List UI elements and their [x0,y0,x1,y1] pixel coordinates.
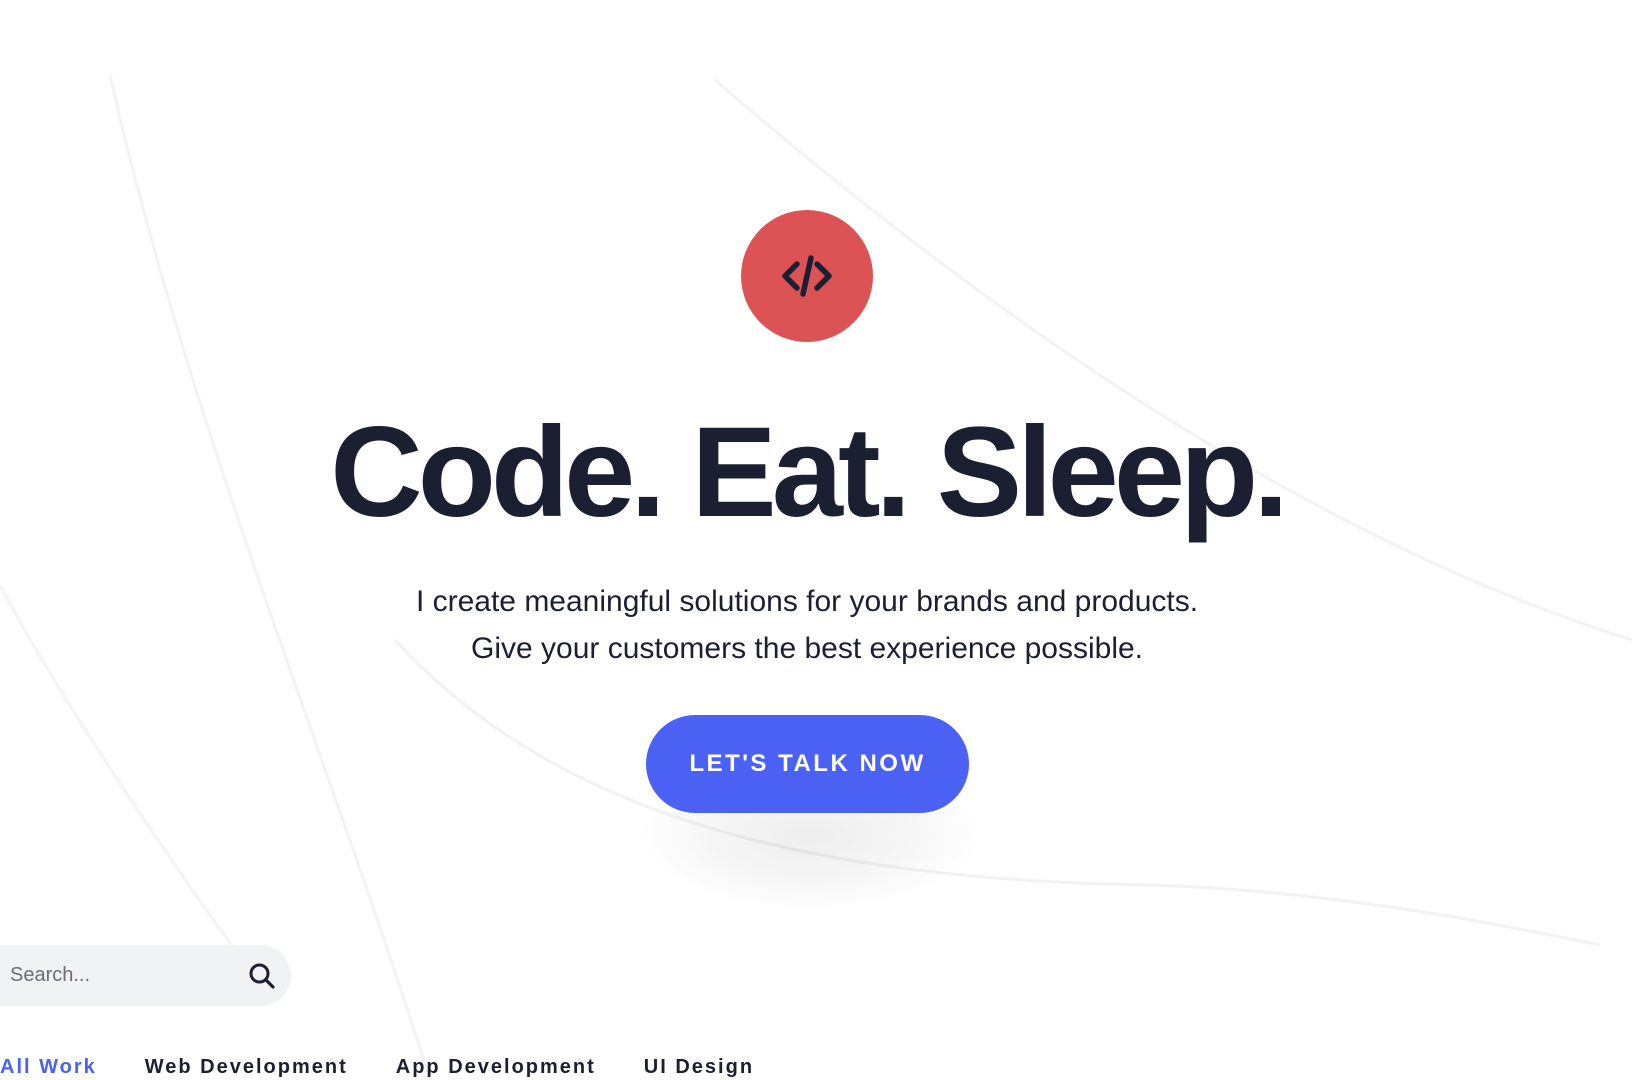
hero-subtext-line-1: I create meaningful solutions for your b… [415,585,1199,618]
filter-web-development[interactable]: Web Development [145,1056,348,1079]
lets-talk-button[interactable]: LET'S TALK NOW [646,715,969,813]
filter-ui-design[interactable]: UI Design [644,1056,754,1079]
hero-subtext: I create meaningful solutions for your b… [0,578,1614,672]
hero-headline: Code. Eat. Sleep. [330,401,1289,544]
search-icon[interactable] [247,961,277,991]
filter-all-work[interactable]: All Work [0,1056,97,1079]
code-brackets-icon [782,255,832,297]
portfolio-page: Code. Eat. Sleep. I create meaningful so… [0,0,1632,1080]
search-input[interactable] [10,945,230,1006]
portfolio-filter-nav: All Work Web Development App Development… [0,1052,802,1080]
logo-badge [741,210,873,342]
hero-subtext-line-2: Give your customers the best experience … [471,632,1143,665]
filter-app-development[interactable]: App Development [396,1056,596,1079]
search-box [0,945,291,1006]
